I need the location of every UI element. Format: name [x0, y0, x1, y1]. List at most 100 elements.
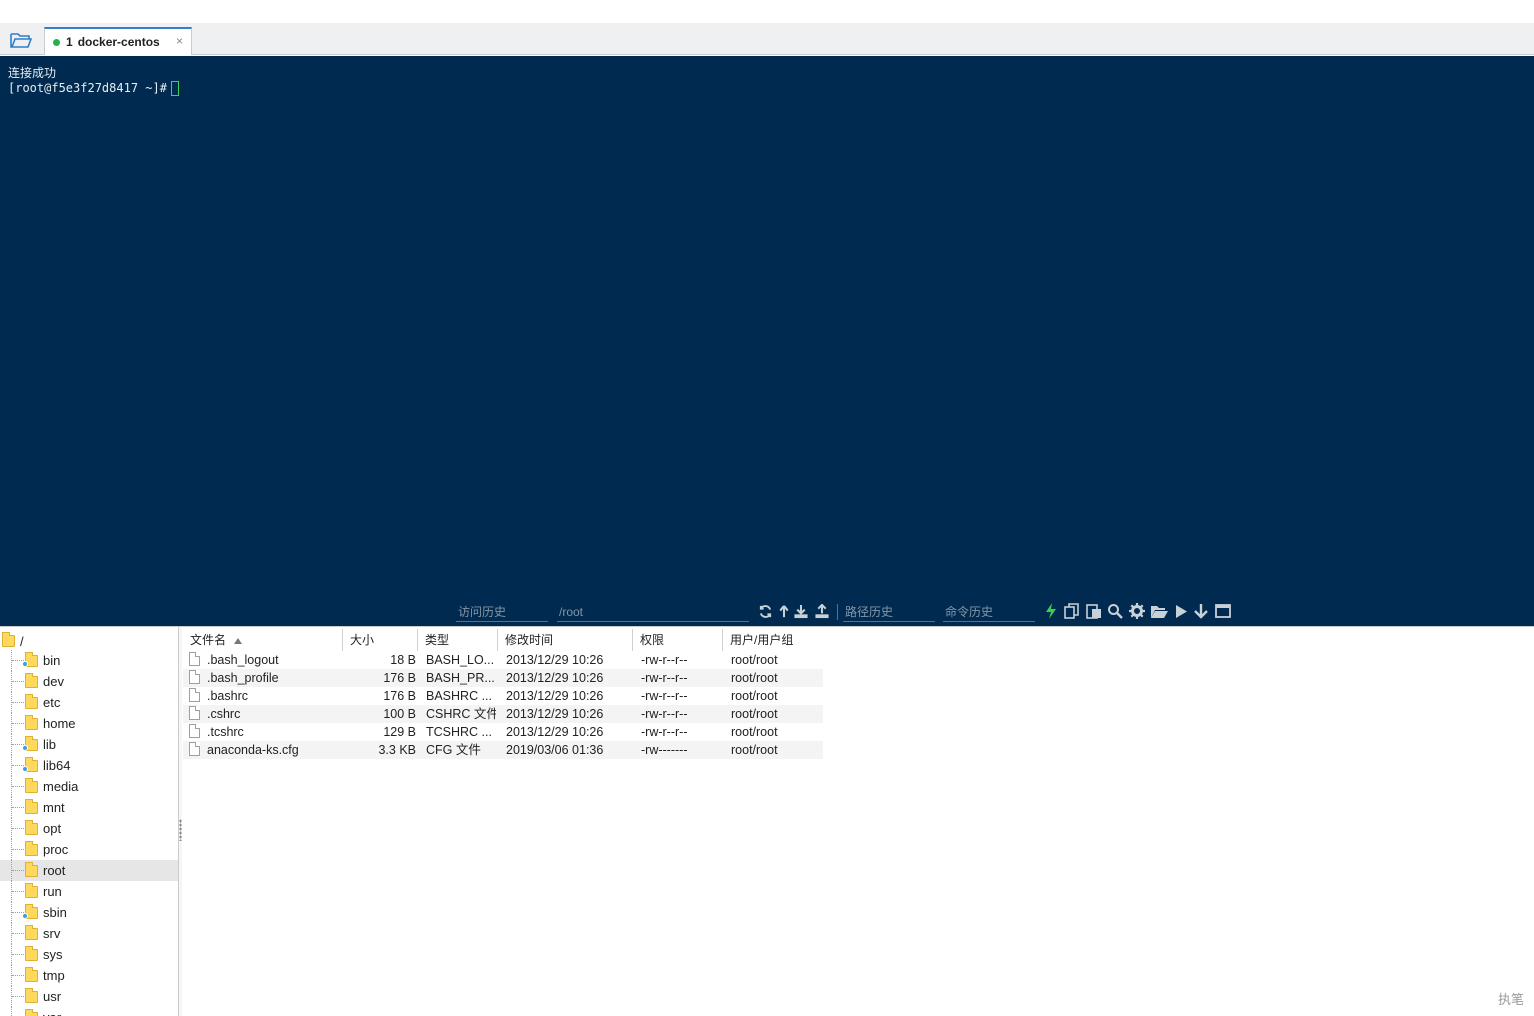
tree-item-media[interactable]: media: [0, 776, 178, 797]
file-row[interactable]: .tcshrc 129 B TCSHRC ... 2013/12/29 10:26 -r…: [183, 723, 823, 741]
gear-icon[interactable]: [1128, 602, 1146, 620]
path-history-input[interactable]: 路径历史: [843, 604, 935, 622]
folder-icon: [25, 883, 38, 898]
terminal[interactable]: 连接成功 [root@f5e3f27d8417 ~]#: [0, 56, 1534, 598]
file-name: anaconda-ks.cfg: [207, 743, 299, 757]
command-history-input[interactable]: 命令历史: [943, 604, 1035, 622]
tree-item-mnt[interactable]: mnt: [0, 797, 178, 818]
panel-splitter[interactable]: [178, 627, 182, 1016]
symlink-icon: [22, 913, 28, 919]
tab-number: 1: [66, 35, 73, 49]
tree-connector: [12, 681, 24, 682]
tree-item-usr[interactable]: usr: [0, 986, 178, 1007]
paste-icon[interactable]: [1085, 602, 1103, 620]
file-list-header: 文件名 大小 类型 修改时间 权限 用户/用户组: [183, 629, 823, 651]
file-row[interactable]: anaconda-ks.cfg 3.3 KB CFG 文件 2019/03/06 01…: [183, 741, 823, 759]
folder-icon: [25, 988, 38, 1003]
upload-icon[interactable]: [813, 602, 831, 620]
lightning-icon[interactable]: [1042, 602, 1060, 620]
file-type: TCSHRC ...: [426, 725, 492, 739]
file-name: .bashrc: [207, 689, 248, 703]
tree-item-sys[interactable]: sys: [0, 944, 178, 965]
tree-item-bin[interactable]: bin: [0, 650, 178, 671]
tree-connector: [12, 807, 24, 808]
folder-icon: [2, 632, 15, 647]
open-folder-icon[interactable]: [8, 30, 34, 50]
header-size[interactable]: 大小: [343, 629, 418, 651]
download-icon[interactable]: [792, 602, 810, 620]
folder-icon: [25, 715, 38, 730]
file-row[interactable]: .cshrc 100 B CSHRC 文件 2013/12/29 10:26 -rw-r…: [183, 705, 823, 723]
tree-item-label: tmp: [43, 968, 65, 983]
file-type: BASH_LO...: [426, 653, 495, 667]
tree-root[interactable]: /: [2, 632, 24, 650]
title-strip: [0, 0, 1534, 23]
play-icon[interactable]: [1172, 602, 1190, 620]
tree-item-etc[interactable]: etc: [0, 692, 178, 713]
file-permission: -rw-r--r--: [641, 725, 688, 739]
tree-item-dev[interactable]: dev: [0, 671, 178, 692]
tree-item-label: home: [43, 716, 76, 731]
path-input[interactable]: /root: [557, 604, 749, 622]
file-icon: [189, 688, 200, 702]
tree-item-lib64[interactable]: lib64: [0, 755, 178, 776]
window-icon[interactable]: [1214, 602, 1232, 620]
tree-item-sbin[interactable]: sbin: [0, 902, 178, 923]
file-permission: -rw-r--r--: [641, 671, 688, 685]
copy-icon[interactable]: [1063, 602, 1081, 620]
tab-docker-centos[interactable]: 1 docker-centos ×: [44, 27, 192, 55]
tree-item-lib[interactable]: lib: [0, 734, 178, 755]
tree-item-label: lib64: [43, 758, 71, 773]
folder-icon: [25, 1009, 38, 1016]
file-type: BASHRC ...: [426, 689, 492, 703]
folder-icon: [25, 673, 38, 688]
file-row[interactable]: .bash_profile 176 B BASH_PR... 2013/12/29 1…: [183, 669, 823, 687]
folder-icon: [25, 862, 38, 877]
symlink-icon: [22, 766, 28, 772]
sort-ascending-icon: [234, 637, 243, 644]
tree-item-opt[interactable]: opt: [0, 818, 178, 839]
symlink-icon: [22, 661, 28, 667]
folder-icon: [25, 925, 38, 940]
tree-item-label: sys: [43, 947, 63, 962]
tree-item-var[interactable]: var: [0, 1007, 178, 1016]
header-owner[interactable]: 用户/用户组: [723, 629, 823, 651]
header-modified[interactable]: 修改时间: [498, 629, 633, 651]
tree-item-tmp[interactable]: tmp: [0, 965, 178, 986]
splitter-grip[interactable]: [179, 819, 182, 841]
file-icon: [189, 724, 200, 738]
tree-item-home[interactable]: home: [0, 713, 178, 734]
tree-connector: [12, 702, 24, 703]
folder-open-icon[interactable]: [1150, 602, 1168, 620]
file-name: .cshrc: [207, 707, 241, 721]
refresh-icon[interactable]: [756, 602, 774, 620]
file-owner: root/root: [731, 707, 778, 721]
arrow-down-icon[interactable]: [1192, 602, 1210, 620]
tree-item-run[interactable]: run: [0, 881, 178, 902]
file-row[interactable]: .bash_logout 18 B BASH_LO... 2013/12/29 10:…: [183, 651, 823, 669]
watermark: 执笔: [1497, 992, 1524, 1007]
directory-tree: / bin dev etc home lib lib64 media mnt opt proc ro…: [0, 627, 178, 1016]
visit-history-input[interactable]: 访问历史: [456, 604, 548, 622]
tab-title: docker-centos: [77, 35, 160, 49]
tree-item-proc[interactable]: proc: [0, 839, 178, 860]
file-owner: root/root: [731, 689, 778, 703]
file-modified: 2013/12/29 10:26: [506, 671, 604, 685]
header-name-label: 文件名: [190, 633, 227, 647]
search-icon[interactable]: [1106, 602, 1124, 620]
header-type[interactable]: 类型: [418, 629, 498, 651]
tree-item-root[interactable]: root: [0, 860, 178, 881]
file-permission: -rw-r--r--: [641, 707, 688, 721]
file-row[interactable]: .bashrc 176 B BASHRC ... 2013/12/29 10:26 -r…: [183, 687, 823, 705]
tree-item-label: bin: [43, 653, 61, 668]
file-owner: root/root: [731, 743, 778, 757]
up-dir-icon[interactable]: [775, 602, 793, 620]
header-name[interactable]: 文件名: [183, 629, 343, 651]
tree-item-label: opt: [43, 821, 62, 836]
header-permission[interactable]: 权限: [633, 629, 723, 651]
tree-item-srv[interactable]: srv: [0, 923, 178, 944]
tree-item-label: run: [43, 884, 62, 899]
tree-item-label: var: [43, 1010, 61, 1016]
close-icon[interactable]: ×: [176, 34, 183, 48]
terminal-cursor: [170, 81, 179, 96]
